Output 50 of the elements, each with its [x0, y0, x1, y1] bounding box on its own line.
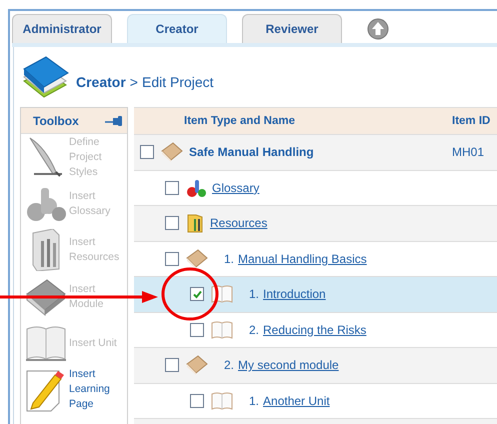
checkbox[interactable]: [140, 145, 154, 160]
table-row[interactable]: 2. My second module: [134, 348, 497, 384]
breadcrumb-link[interactable]: Creator: [76, 74, 126, 90]
column-header: Item ID: [452, 115, 492, 127]
pin-icon[interactable]: [105, 116, 123, 126]
open-book-icon: [211, 390, 233, 411]
item-link[interactable]: Reducing the Risks: [263, 322, 366, 337]
item-number: 2.: [249, 322, 260, 337]
table-row[interactable]: 2. Reducing the Risks: [134, 312, 497, 348]
item-number: 1.: [249, 394, 260, 408]
tab[interactable]: Administrator: [12, 14, 112, 43]
abc-letters-icon: [186, 178, 206, 198]
item-link[interactable]: Introduction: [263, 287, 326, 302]
book-icon: [186, 355, 208, 376]
breadcrumb-page: Edit Project: [142, 74, 214, 90]
tab[interactable]: Creator: [127, 14, 227, 43]
item-link[interactable]: Resources: [210, 216, 268, 230]
item-number: 2.: [224, 358, 234, 372]
checkbox[interactable]: [165, 358, 179, 372]
item-number: 1.: [249, 287, 260, 302]
annotation-circle: [160, 266, 220, 322]
breadcrumb-separator: >: [130, 74, 138, 90]
checkbox[interactable]: [190, 394, 204, 408]
toolbox-item[interactable]: Insert Learning Page: [21, 366, 127, 413]
open-book-icon: [211, 320, 233, 340]
item-link[interactable]: My second module: [238, 358, 339, 372]
item-number: 1.: [224, 252, 234, 266]
checkbox[interactable]: [165, 252, 179, 266]
folder-icon: [186, 213, 204, 234]
toolbox-title: Toolbox: [33, 114, 79, 128]
item-id: MH01: [452, 145, 484, 160]
checkbox[interactable]: [190, 287, 204, 302]
checkbox[interactable]: [165, 180, 179, 195]
book-icon: [25, 278, 67, 316]
table-row[interactable]: Glossary: [134, 170, 497, 206]
item-name: Safe Manual Handling: [189, 145, 314, 160]
item-link[interactable]: Another Unit: [263, 394, 330, 408]
checkbox[interactable]: [190, 322, 204, 337]
book-icon: [186, 248, 208, 269]
table-row[interactable]: 1. Another Unit: [134, 384, 497, 419]
table-row[interactable]: Safe Manual Handling MH01: [134, 135, 497, 170]
column-header: Item Type and Name: [183, 115, 296, 127]
item-link[interactable]: Manual Handling Basics: [238, 252, 367, 266]
checkbox[interactable]: [165, 216, 179, 230]
table-row[interactable]: Resources: [134, 206, 497, 242]
table-row[interactable]: 1. Introduction: [134, 277, 497, 312]
tab[interactable]: Reviewer: [242, 14, 342, 43]
table-row[interactable]: 1. Manual Handling Basics: [134, 242, 497, 277]
book-icon: [161, 142, 183, 162]
item-link[interactable]: Glossary: [212, 180, 260, 195]
